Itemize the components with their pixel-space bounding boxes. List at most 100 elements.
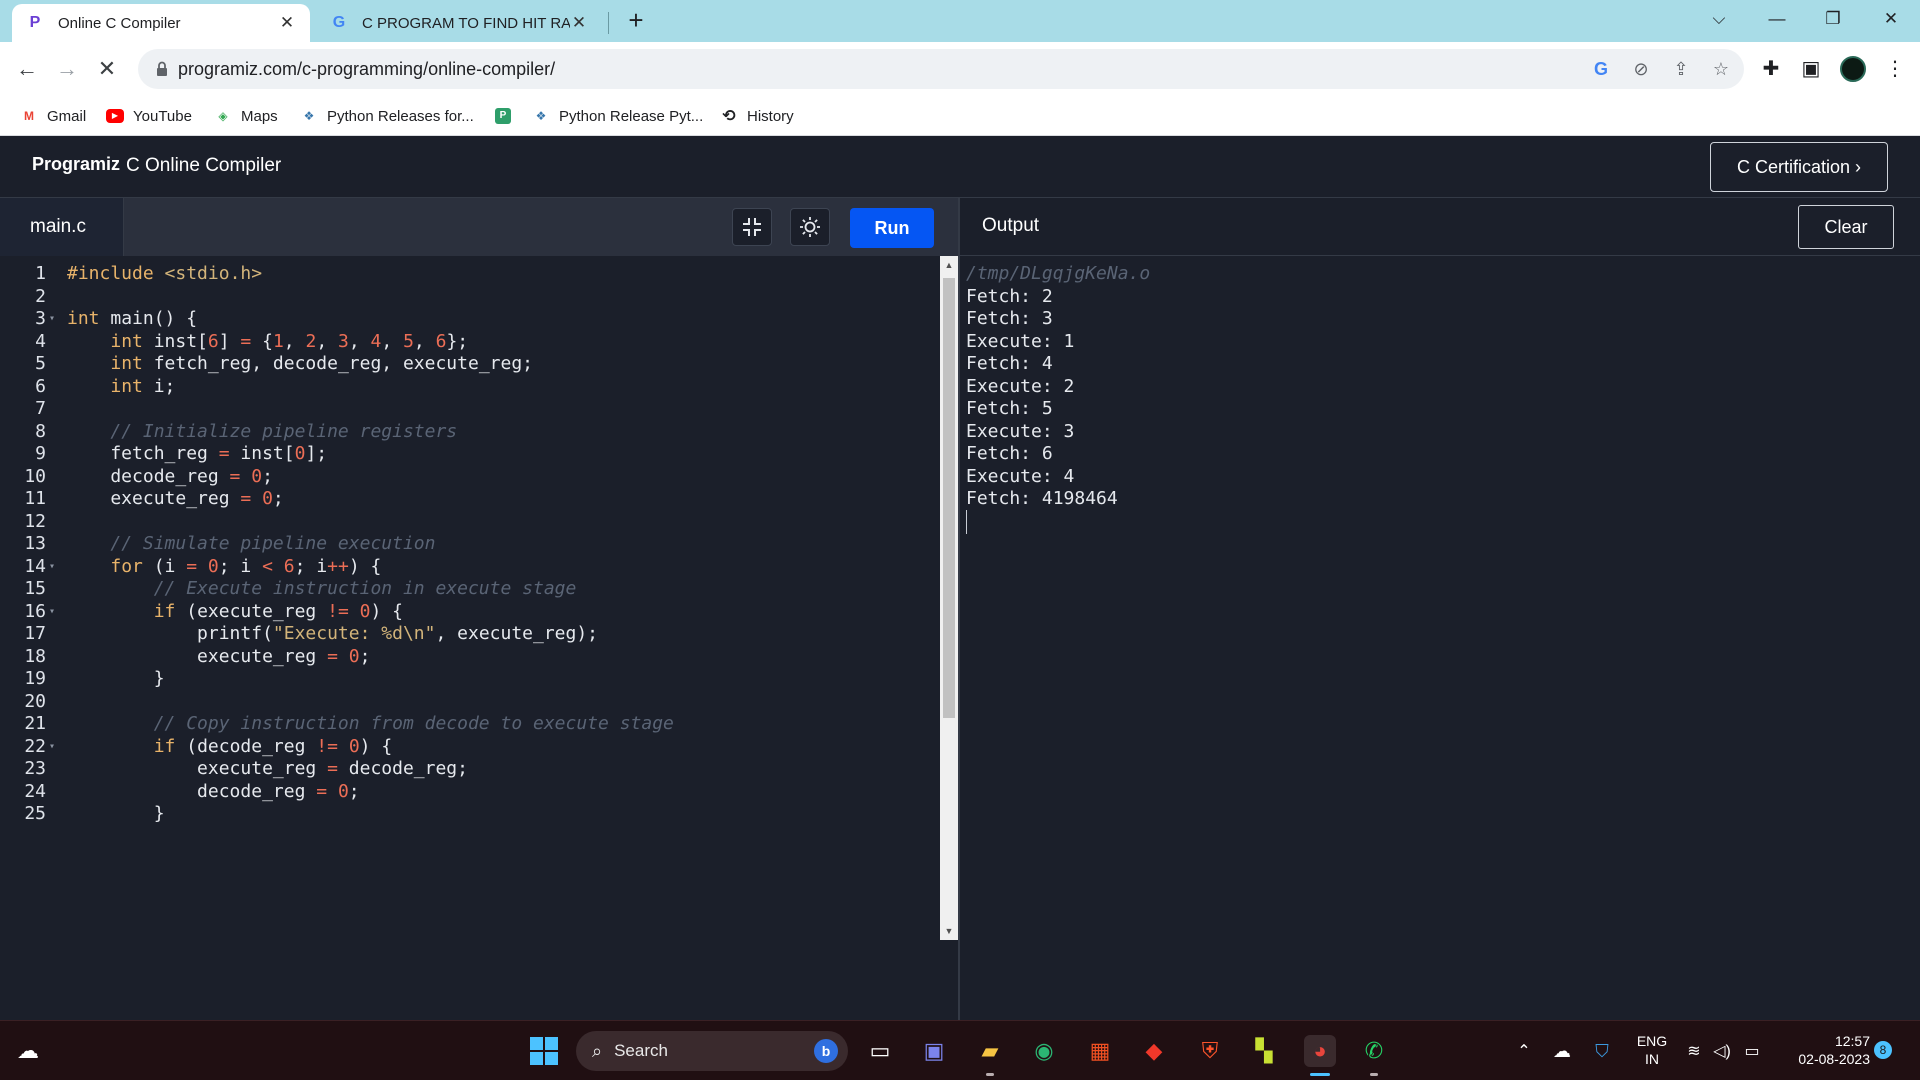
file-explorer-icon[interactable]: ▰	[974, 1035, 1006, 1067]
windows-start-icon[interactable]	[528, 1035, 560, 1067]
chrome-menu-icon[interactable]: ⋮	[1880, 54, 1910, 84]
task-view-icon[interactable]: ▭	[864, 1035, 896, 1067]
scroll-down-arrow-icon[interactable]: ▼	[940, 922, 958, 940]
code-editor[interactable]: 1 #include <stdio.h> 2 3 ▾ int main() {4 int …	[0, 256, 940, 1020]
tab-online-c-compiler[interactable]: P Online C Compiler ✕	[12, 4, 310, 42]
bookmark-youtube[interactable]: ▶ YouTube	[106, 104, 192, 128]
language-label: ENG	[1636, 1033, 1668, 1049]
clock[interactable]: 12:57 02-08-2023	[1778, 1032, 1870, 1068]
restore-button[interactable]: ❐	[1808, 0, 1858, 38]
red-diamond-app-icon[interactable]: ◆	[1138, 1035, 1170, 1067]
bookmark-p[interactable]: P	[494, 104, 521, 128]
run-button[interactable]: Run	[850, 208, 934, 248]
url-text: programiz.com/c-programming/online-compi…	[178, 59, 556, 79]
bookmark-maps[interactable]: ◈ Maps	[214, 104, 278, 128]
close-tab-icon[interactable]: ✕	[570, 13, 588, 33]
whatsapp-icon[interactable]: ✆	[1358, 1035, 1390, 1067]
app-header: Programiz C Online Compiler C Certificat…	[0, 136, 1920, 198]
tab-title: Online C Compiler	[58, 14, 181, 32]
side-panel-icon[interactable]: ▣	[1796, 54, 1826, 84]
code-line[interactable]: 25 }	[0, 800, 940, 827]
google-lens-icon[interactable]: G	[1590, 58, 1612, 80]
teams-chat-icon[interactable]: ▣	[918, 1035, 950, 1067]
bookmark-label: Maps	[241, 107, 278, 125]
output-header: Output Clear	[960, 198, 1920, 256]
close-tab-icon[interactable]: ✕	[278, 13, 296, 33]
browser-toolbar: ← → ✕ programiz.com/c-programming/online…	[0, 42, 1920, 96]
notification-badge[interactable]: 8	[1874, 1041, 1892, 1059]
browser-tabstrip: P Online C Compiler ✕ G C PROGRAM TO FIN…	[0, 0, 1920, 42]
microsoft-store-icon[interactable]: ▦	[1084, 1035, 1116, 1067]
scroll-up-arrow-icon[interactable]: ▲	[940, 256, 958, 274]
output-cursor	[966, 509, 967, 534]
back-button[interactable]: ←	[12, 54, 42, 84]
collapse-icon[interactable]	[732, 208, 772, 246]
bookmark-python-release[interactable]: ❖ Python Release Pyt...	[532, 104, 704, 128]
minimize-button[interactable]: —	[1752, 0, 1802, 38]
bookmark-gmail[interactable]: M Gmail	[20, 104, 86, 128]
onedrive-icon[interactable]: ☁	[1546, 1035, 1578, 1067]
bookmark-history[interactable]: ⟲ History	[720, 104, 794, 128]
editor-toolbar: main.c Run	[0, 198, 958, 256]
chrome-icon[interactable]: ◕	[1304, 1035, 1336, 1067]
bookmark-label: YouTube	[133, 107, 192, 125]
terminal-app-icon[interactable]: ▚	[1248, 1035, 1280, 1067]
lock-icon	[157, 61, 167, 76]
tab-hit-ratio[interactable]: G C PROGRAM TO FIND HIT RATIO ✕	[316, 4, 602, 42]
bookmark-star-icon[interactable]: ☆	[1710, 58, 1732, 80]
search-icon: ⌕	[592, 1040, 603, 1061]
new-tab-button[interactable]: +	[622, 6, 650, 34]
volume-icon[interactable]: ◁)	[1710, 1035, 1734, 1067]
python-icon: ❖	[535, 109, 547, 123]
bookmark-label: History	[747, 107, 794, 125]
active-app-indicator	[1310, 1073, 1330, 1076]
tab-search-chevron-icon[interactable]: ⌵	[1694, 0, 1744, 38]
output-line: Fetch: 4198464	[966, 488, 1118, 509]
file-tab-main-c[interactable]: main.c	[0, 198, 124, 256]
edge-icon[interactable]: ◉	[1028, 1035, 1060, 1067]
language-indicator[interactable]: ENG IN	[1632, 1032, 1672, 1068]
history-icon: ⟲	[722, 108, 736, 125]
output-title: Output	[982, 215, 1040, 236]
youtube-icon: ▶	[106, 107, 124, 125]
close-window-button[interactable]: ✕	[1866, 0, 1916, 38]
python-icon: ❖	[303, 109, 315, 123]
bookmark-label: Gmail	[47, 107, 87, 125]
theme-toggle-sun-icon[interactable]	[790, 208, 830, 246]
file-tab-strip	[124, 198, 958, 256]
scrollbar-thumb[interactable]	[943, 278, 955, 718]
bookmark-p-icon: P	[494, 107, 512, 125]
editor-scrollbar[interactable]: ▲ ▼	[940, 256, 958, 940]
stop-loading-button[interactable]: ✕	[92, 54, 122, 84]
programiz-favicon-icon: P	[29, 14, 41, 31]
address-bar[interactable]: programiz.com/c-programming/online-compi…	[138, 49, 1744, 89]
programiz-logo[interactable]: Programiz	[32, 154, 120, 175]
tab-title: C PROGRAM TO FIND HIT RATIO	[362, 14, 570, 32]
gmail-icon: M	[24, 109, 34, 123]
bookmark-python-releases[interactable]: ❖ Python Releases for...	[300, 104, 474, 128]
eye-off-icon[interactable]: ⊘	[1630, 58, 1652, 80]
extensions-icon[interactable]: ✚	[1756, 54, 1786, 84]
windows-taskbar: ☁ ⌕ Search b ▭ ▣ ▰ ◉ ▦ ◆ ⛨ ▚ ◕ ✆ ⌃ ☁ ⛉ E…	[0, 1020, 1920, 1080]
bookmark-label: Python Releases for...	[327, 107, 474, 125]
show-hidden-icons-chevron-icon[interactable]: ⌃	[1508, 1035, 1540, 1067]
wifi-icon[interactable]: ≋	[1682, 1035, 1706, 1067]
profile-avatar[interactable]	[1838, 54, 1868, 84]
c-certification-button[interactable]: C Certification ›	[1710, 142, 1888, 192]
clear-button[interactable]: Clear	[1798, 205, 1894, 249]
line-number: 25	[24, 803, 46, 824]
running-indicator	[1370, 1073, 1378, 1076]
taskbar-search[interactable]: ⌕ Search b	[576, 1031, 848, 1071]
share-icon[interactable]: ⇪	[1670, 58, 1692, 80]
search-placeholder: Search	[614, 1041, 668, 1060]
weather-cloud-icon[interactable]: ☁	[12, 1035, 44, 1067]
forward-button[interactable]: →	[52, 54, 82, 84]
google-favicon-icon: G	[332, 14, 346, 31]
bookmarks-bar: M Gmail ▶ YouTube ◈ Maps ❖ Python Releas…	[0, 96, 1920, 136]
brave-icon[interactable]: ⛨	[1194, 1035, 1226, 1067]
running-indicator	[986, 1073, 994, 1076]
maps-icon: ◈	[218, 109, 228, 123]
battery-icon[interactable]: ▭	[1740, 1035, 1764, 1067]
defender-shield-icon[interactable]: ⛉	[1586, 1035, 1618, 1067]
output-console[interactable]: /tmp/DLgqjgKeNa.o Fetch: 2 Fetch: 3 Execut…	[960, 256, 1920, 1020]
